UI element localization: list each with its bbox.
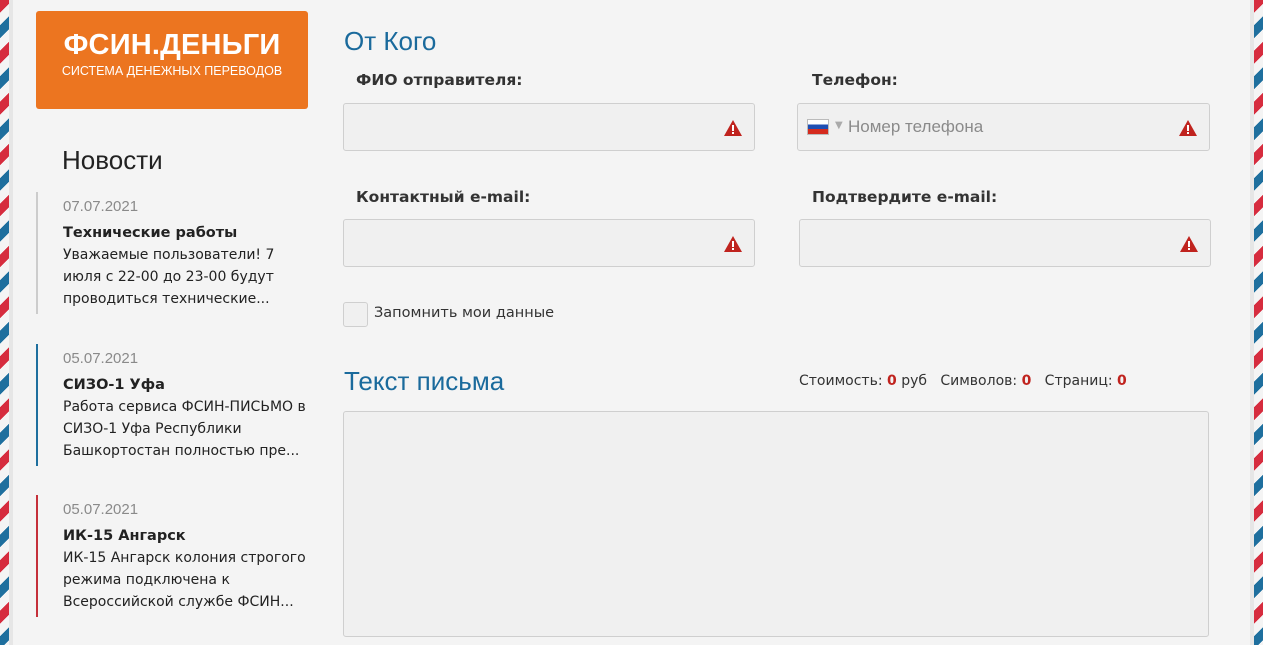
news-text: Уважаемые пользователи! 7 июля с 22-00 д…: [63, 247, 275, 307]
page-edge-left: [9, 0, 13, 645]
confirm-email-label: Подтвердите e-mail:: [812, 188, 998, 206]
sender-section-title: От Кого: [344, 26, 437, 56]
warning-icon: [1179, 120, 1197, 136]
chevron-down-icon[interactable]: ▼: [835, 120, 843, 131]
pages-label: Страниц:: [1044, 373, 1113, 389]
site-logo[interactable]: ФСИН.ДЕНЬГИ СИСТЕМА ДЕНЕЖНЫХ ПЕРЕВОДОВ: [36, 11, 308, 109]
news-title[interactable]: СИЗО-1 Уфа: [63, 374, 316, 396]
news-date: 07.07.2021: [63, 198, 139, 215]
fio-label: ФИО отправителя:: [356, 71, 523, 89]
remember-checkbox[interactable]: [343, 302, 368, 327]
letter-textarea[interactable]: [343, 411, 1209, 637]
news-date: 05.07.2021: [63, 501, 139, 518]
logo-subtitle: СИСТЕМА ДЕНЕЖНЫХ ПЕРЕВОДОВ: [61, 64, 283, 78]
pages-value: 0: [1117, 373, 1127, 389]
russia-flag-icon[interactable]: [807, 119, 829, 135]
letter-stats: Стоимость: 0 руб Символов: 0 Страниц: 0: [799, 373, 1127, 389]
phone-placeholder: Номер телефона: [848, 117, 984, 136]
news-title[interactable]: Технические работы: [63, 222, 316, 244]
news-item[interactable]: 05.07.2021 СИЗО-1 Уфа Работа сервиса ФСИ…: [36, 344, 316, 466]
email-label: Контактный e-mail:: [356, 188, 531, 206]
phone-input[interactable]: ▼ Номер телефона: [797, 103, 1210, 151]
news-title[interactable]: ИК-15 Ангарск: [63, 525, 316, 547]
phone-label: Телефон:: [812, 71, 898, 89]
warning-icon: [1180, 236, 1198, 252]
fio-input[interactable]: [343, 103, 755, 151]
cost-value: 0: [887, 373, 897, 389]
logo-title: ФСИН.ДЕНЬГИ: [63, 29, 281, 61]
warning-icon: [724, 236, 742, 252]
cost-label: Стоимость:: [799, 373, 883, 389]
chars-label: Символов:: [940, 373, 1018, 389]
airmail-border-left: [0, 0, 9, 645]
news-item[interactable]: 05.07.2021 ИК-15 Ангарск ИК-15 Ангарск к…: [36, 495, 316, 617]
chars-value: 0: [1021, 373, 1032, 389]
confirm-email-field[interactable]: [799, 219, 1211, 267]
email-field[interactable]: [343, 219, 755, 267]
letter-section-title: Текст письма: [344, 366, 505, 396]
news-date: 05.07.2021: [63, 350, 139, 367]
news-text: ИК-15 Ангарск колония строгого режима по…: [63, 550, 306, 610]
news-item[interactable]: 07.07.2021 Технические работы Уважаемые …: [36, 192, 316, 314]
cost-unit: руб: [901, 373, 928, 389]
warning-icon: [724, 120, 742, 136]
news-heading: Новости: [62, 145, 163, 175]
news-text: Работа сервиса ФСИН-ПИСЬМО в СИЗО-1 Уфа …: [63, 399, 306, 459]
airmail-border-right: [1254, 0, 1263, 645]
remember-label[interactable]: Запомнить мои данные: [374, 305, 554, 321]
